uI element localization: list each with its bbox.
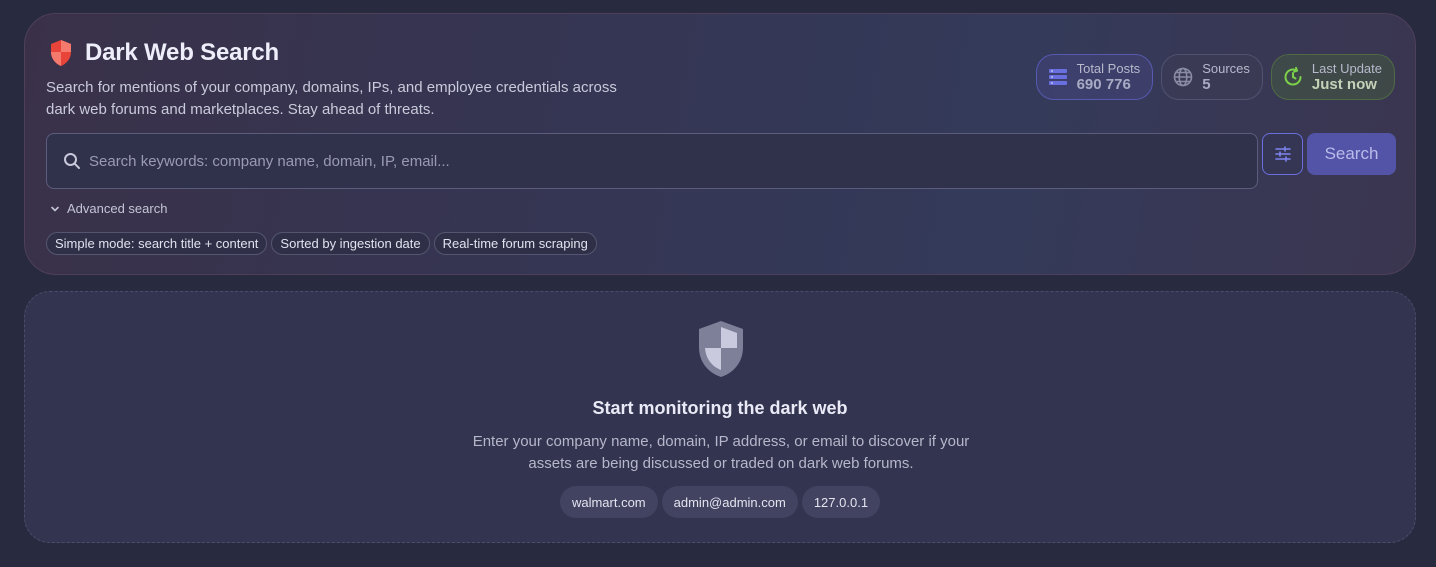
example-query-chip[interactable]: admin@admin.com [661,486,798,518]
sliders-icon [1274,146,1291,162]
globe-icon [1173,67,1193,87]
empty-state: Start monitoring the dark web Enter your… [24,291,1416,543]
stat-sources: Sources 5 [1161,54,1263,100]
info-chip: Sorted by ingestion date [271,232,430,255]
empty-state-title: Start monitoring the dark web [592,398,848,418]
stat-label: Last Update [1311,61,1382,76]
advanced-search-toggle[interactable]: Advanced search [49,201,167,216]
search-icon [64,153,80,169]
info-chip: Real-time forum scraping [433,232,597,255]
info-chip: Simple mode: search title + content [46,232,268,255]
example-queries: walmart.com admin@admin.com 127.0.0.1 [25,486,1415,518]
refresh-clock-icon [1284,66,1302,86]
search-panel: Dark Web Search Search for mentions of y… [24,13,1416,275]
filter-button[interactable] [1262,133,1303,175]
stat-last-update: Last Update Just now [1270,54,1395,100]
stat-total-posts: Total Posts 690 776 [1035,54,1154,100]
title-row: Dark Web Search [47,39,279,67]
chevron-down-icon [51,206,59,212]
example-query-chip[interactable]: 127.0.0.1 [801,486,881,518]
database-icon [1048,69,1067,85]
stat-value: 5 [1202,76,1211,93]
stat-label: Total Posts [1076,61,1141,76]
search-button[interactable]: Search [1307,133,1396,175]
stat-value: 690 776 [1076,76,1131,93]
stat-label: Sources [1202,61,1250,76]
empty-state-description: Enter your company name, domain, IP addr… [472,433,970,472]
advanced-search-label: Advanced search [67,201,168,216]
example-query-chip[interactable]: walmart.com [559,486,658,518]
page-title: Dark Web Search [85,39,279,66]
search-input[interactable] [89,152,1257,170]
page-subtitle: Search for mentions of your company, dom… [46,79,617,118]
info-chips: Simple mode: search title + content Sort… [46,232,597,255]
search-box[interactable] [46,133,1258,189]
shield-icon [51,40,71,66]
stat-value: Just now [1311,76,1377,93]
shield-icon [699,321,743,377]
stats-group: Total Posts 690 776 Sources 5 Last Updat… [1035,54,1395,100]
